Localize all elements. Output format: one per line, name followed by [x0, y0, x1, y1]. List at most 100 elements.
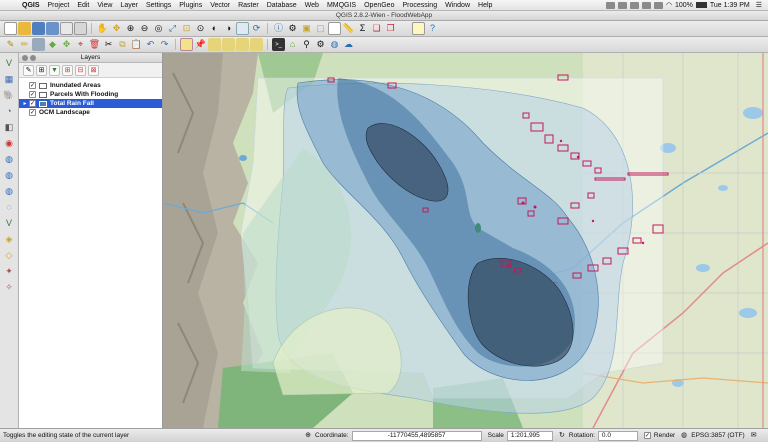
add-oracle-layer-icon[interactable]: ◉	[2, 136, 16, 151]
move-label-icon[interactable]	[222, 38, 235, 51]
osm-icon[interactable]: ⌂	[286, 38, 299, 51]
map-render[interactable]	[163, 53, 768, 428]
wifi-icon[interactable]: ◠	[666, 1, 672, 9]
layer-visibility-checkbox[interactable]: ✓	[29, 100, 36, 107]
save-project-icon[interactable]	[32, 22, 45, 35]
menu-edit[interactable]: Edit	[73, 2, 93, 9]
layer-item-parcels-with-flooding[interactable]: ✓ Parcels With Flooding	[19, 90, 162, 99]
layer-visibility-checkbox[interactable]: ✓	[29, 91, 36, 98]
identify-icon[interactable]: ⓘ	[272, 22, 285, 35]
zoom-out-icon[interactable]: ⊖	[138, 22, 151, 35]
show-hide-labels-icon[interactable]	[208, 38, 221, 51]
tray-app-icon[interactable]	[605, 1, 615, 9]
move-feature-icon[interactable]: ✥	[60, 38, 73, 51]
collapse-all-icon[interactable]: ⊟	[75, 64, 86, 76]
layer-visibility-checkbox[interactable]: ✓	[29, 109, 36, 116]
run-action-icon[interactable]: ⚙	[286, 22, 299, 35]
new-temporary-layer-icon[interactable]: ✧	[2, 280, 16, 295]
redo-icon[interactable]: ↷	[158, 38, 171, 51]
statistics-icon[interactable]: Σ	[356, 22, 369, 35]
crs-status[interactable]: EPSG:3857 (OTF)	[691, 432, 744, 439]
add-gpx-icon[interactable]: ✦	[2, 264, 16, 279]
show-bookmarks-icon[interactable]: ❐	[384, 22, 397, 35]
add-spatialite-layer-icon[interactable]: ◔	[2, 104, 16, 119]
open-attribute-table-icon[interactable]	[328, 22, 341, 35]
globe-icon[interactable]: ◍	[328, 38, 341, 51]
add-feature-icon[interactable]: ◆	[46, 38, 59, 51]
zoom-native-icon[interactable]: ◎	[152, 22, 165, 35]
tray-app-icon[interactable]	[641, 1, 651, 9]
menu-help[interactable]: Help	[474, 2, 496, 9]
plugin-gear-icon[interactable]: ⚙	[314, 38, 327, 51]
deselect-icon[interactable]: ▢	[314, 22, 327, 35]
battery-icon[interactable]	[695, 2, 707, 8]
add-delimited-text-icon[interactable]: ◌	[2, 200, 16, 215]
new-bookmark-icon[interactable]: ❏	[370, 22, 383, 35]
help-icon[interactable]: ?	[426, 22, 439, 35]
clock[interactable]: Tue 1:39 PM	[710, 2, 750, 9]
save-as-icon[interactable]	[46, 22, 59, 35]
label-toolbar-icon[interactable]	[180, 38, 193, 51]
cloud-plugin-icon[interactable]: ☁	[342, 38, 355, 51]
add-wcs-layer-icon[interactable]: ◍	[2, 168, 16, 183]
layer-visibility-checkbox[interactable]: ✓	[29, 82, 36, 89]
coordinate-field[interactable]: -11770455,4895857	[351, 430, 482, 441]
add-raster-layer-icon[interactable]: ▦	[2, 72, 16, 87]
change-label-icon[interactable]	[250, 38, 263, 51]
zoom-last-icon[interactable]: ◐	[208, 22, 221, 35]
pan-icon[interactable]: ✋	[96, 22, 109, 35]
paste-features-icon[interactable]: 📋	[130, 38, 143, 51]
toggle-editing-icon[interactable]: ✏	[18, 38, 31, 51]
add-group-icon[interactable]: ⊞	[36, 64, 47, 76]
messages-icon[interactable]: ✉	[749, 431, 759, 441]
text-annotation-icon[interactable]	[412, 22, 425, 35]
menu-vector[interactable]: Vector	[206, 2, 234, 9]
layer-item-inundated-areas[interactable]: ✓ Inundated Areas	[19, 81, 162, 90]
map-tips-icon[interactable]	[398, 22, 411, 35]
new-map-view-icon[interactable]	[236, 22, 249, 35]
tray-app-icon[interactable]	[653, 1, 663, 9]
new-shapefile-icon[interactable]: V	[2, 216, 16, 231]
menu-settings[interactable]: Settings	[142, 2, 175, 9]
battery-percent[interactable]: 100%	[675, 2, 693, 9]
menu-database[interactable]: Database	[263, 2, 301, 9]
menu-web[interactable]: Web	[301, 2, 323, 9]
pan-to-selection-icon[interactable]: ✥	[110, 22, 123, 35]
expand-all-icon[interactable]: ⊞	[62, 64, 73, 76]
filter-legend-icon[interactable]: ▼	[49, 64, 60, 76]
add-postgis-layer-icon[interactable]: 🐘	[2, 88, 16, 103]
zoom-to-selection-icon[interactable]: ⊡	[180, 22, 193, 35]
remove-layer-icon[interactable]: ⊠	[88, 64, 99, 76]
refresh-icon[interactable]: ⟳	[250, 22, 263, 35]
zoom-to-layer-icon[interactable]: ⊙	[194, 22, 207, 35]
new-spatialite-icon[interactable]: ◈	[2, 232, 16, 247]
menu-raster[interactable]: Raster	[234, 2, 263, 9]
menu-project[interactable]: Project	[44, 2, 74, 9]
new-project-icon[interactable]	[4, 22, 17, 35]
delete-selected-icon[interactable]: 🗑	[88, 38, 101, 51]
menu-window[interactable]: Window	[441, 2, 474, 9]
menu-plugins[interactable]: Plugins	[175, 2, 206, 9]
open-project-icon[interactable]	[18, 22, 31, 35]
add-wfs-layer-icon[interactable]: ◍	[2, 184, 16, 199]
menu-mmqgis[interactable]: MMQGIS	[323, 2, 360, 9]
add-vector-layer-icon[interactable]: V	[2, 56, 16, 71]
menu-app-qgis[interactable]: QGIS	[18, 2, 44, 9]
rotate-label-icon[interactable]	[236, 38, 249, 51]
node-tool-icon[interactable]: ⌖	[74, 38, 87, 51]
menu-processing[interactable]: Processing	[398, 2, 441, 9]
zoom-full-icon[interactable]: ⤢	[166, 22, 179, 35]
measure-icon[interactable]: 📏	[342, 22, 355, 35]
layer-item-total-rain-fall[interactable]: ▸ ✓ Total Rain Fall	[19, 99, 162, 108]
menu-opengeo[interactable]: OpenGeo	[360, 2, 398, 9]
add-wms-layer-icon[interactable]: ◍	[2, 152, 16, 167]
layer-item-ocm-landscape[interactable]: ✓ OCM Landscape	[19, 108, 162, 117]
zoom-next-icon[interactable]: ◑	[222, 22, 235, 35]
menu-view[interactable]: View	[93, 2, 116, 9]
copy-features-icon[interactable]: ⧉	[116, 38, 129, 51]
zoom-in-icon[interactable]: ⊕	[124, 22, 137, 35]
crs-globe-icon[interactable]: ◍	[679, 431, 689, 441]
float-panel-icon[interactable]	[30, 54, 36, 61]
add-mssql-layer-icon[interactable]: ◧	[2, 120, 16, 135]
coordinate-toggle-icon[interactable]: ⊕	[303, 431, 313, 441]
